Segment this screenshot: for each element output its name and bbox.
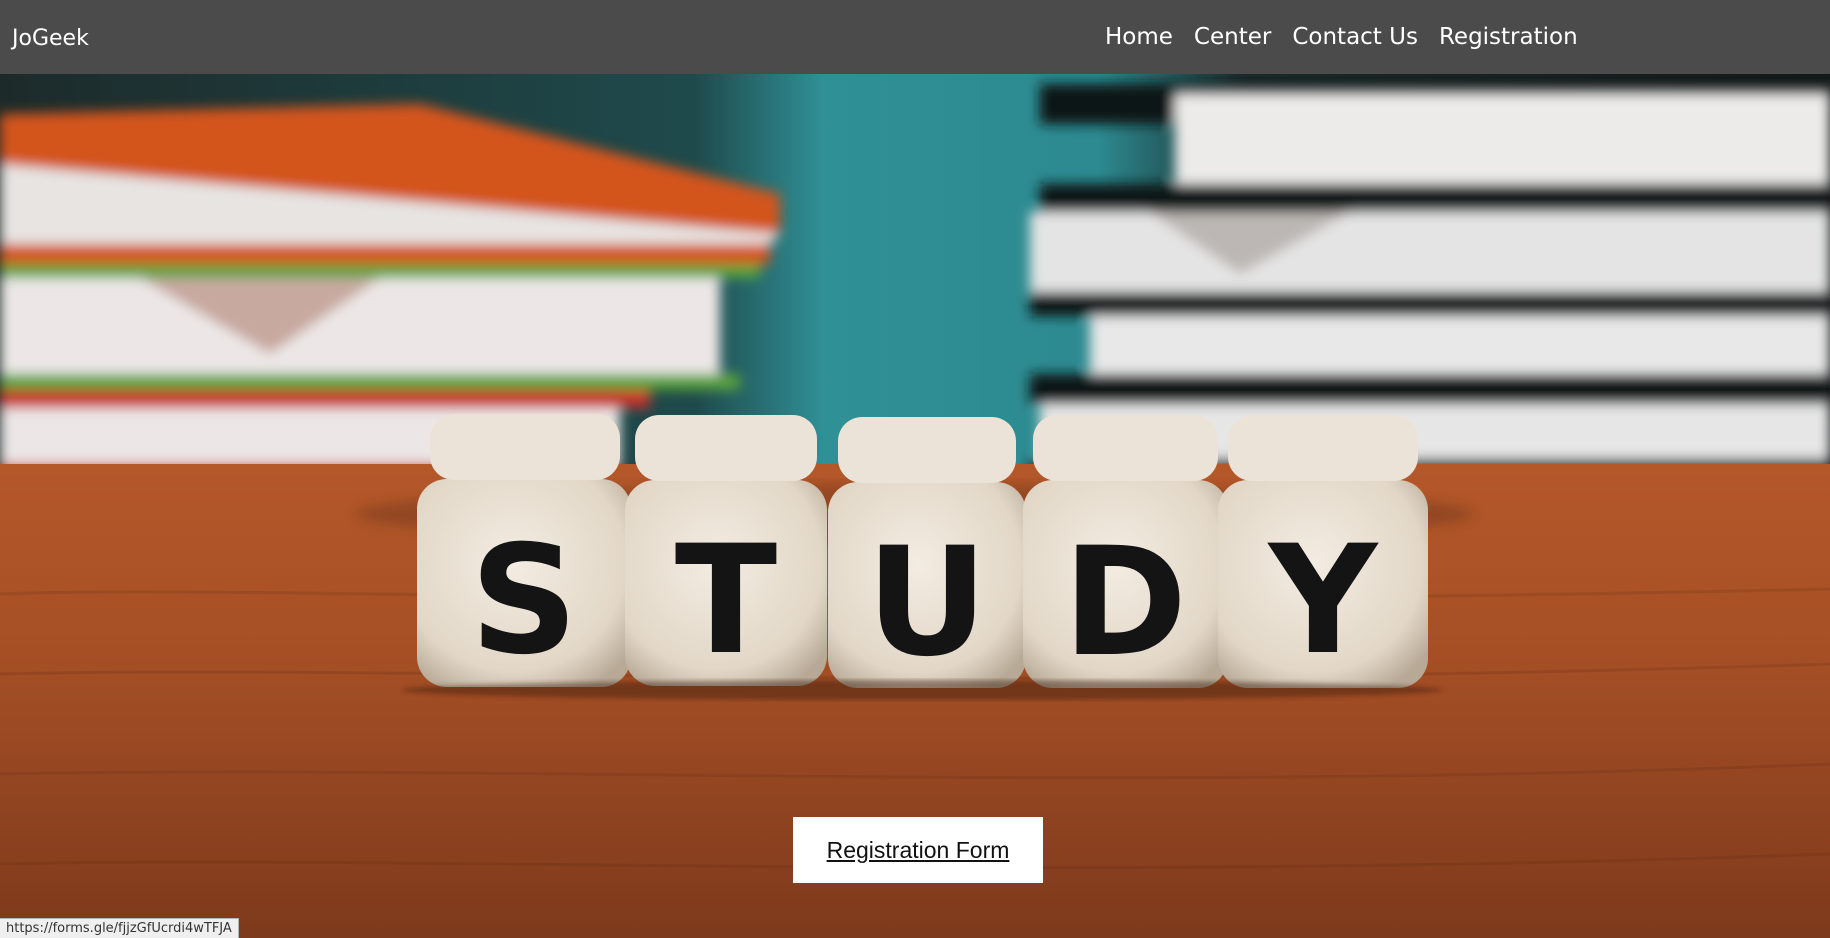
die-u: U [828,417,1026,690]
svg-text:U: U [866,516,988,690]
dice-row: S T U D Y [417,414,1428,690]
svg-text:T: T [675,514,777,688]
svg-text:D: D [1063,516,1188,690]
svg-text:S: S [470,514,578,688]
registration-form-button[interactable]: Registration Form [793,817,1043,883]
nav-item-registration: Registration [1439,24,1578,50]
top-navbar: JoGeek Home Center Contact Us Registrati… [0,0,1830,74]
die-t: T [625,415,827,688]
hero-background-image: S T U D Y [0,74,1830,938]
brand-logo[interactable]: JoGeek [12,0,89,74]
nav-item-center: Center [1194,24,1271,50]
link-preview-status-bar: https://forms.gle/fjjzGfUcrdi4wTFJA [0,918,239,938]
nav-link-home[interactable]: Home [1105,24,1173,50]
nav-item-contact: Contact Us [1292,24,1418,50]
die-s: S [417,414,631,688]
nav-link-center[interactable]: Center [1194,24,1271,50]
svg-text:Y: Y [1267,514,1380,688]
nav-link-registration[interactable]: Registration [1439,24,1578,50]
nav-item-home: Home [1105,24,1173,50]
die-d: D [1023,415,1228,690]
hero-section: S T U D Y Registration Form [0,74,1830,938]
die-y: Y [1218,415,1428,688]
nav-link-contact-us[interactable]: Contact Us [1292,24,1418,50]
nav-links: Home Center Contact Us Registration [1105,0,1578,74]
